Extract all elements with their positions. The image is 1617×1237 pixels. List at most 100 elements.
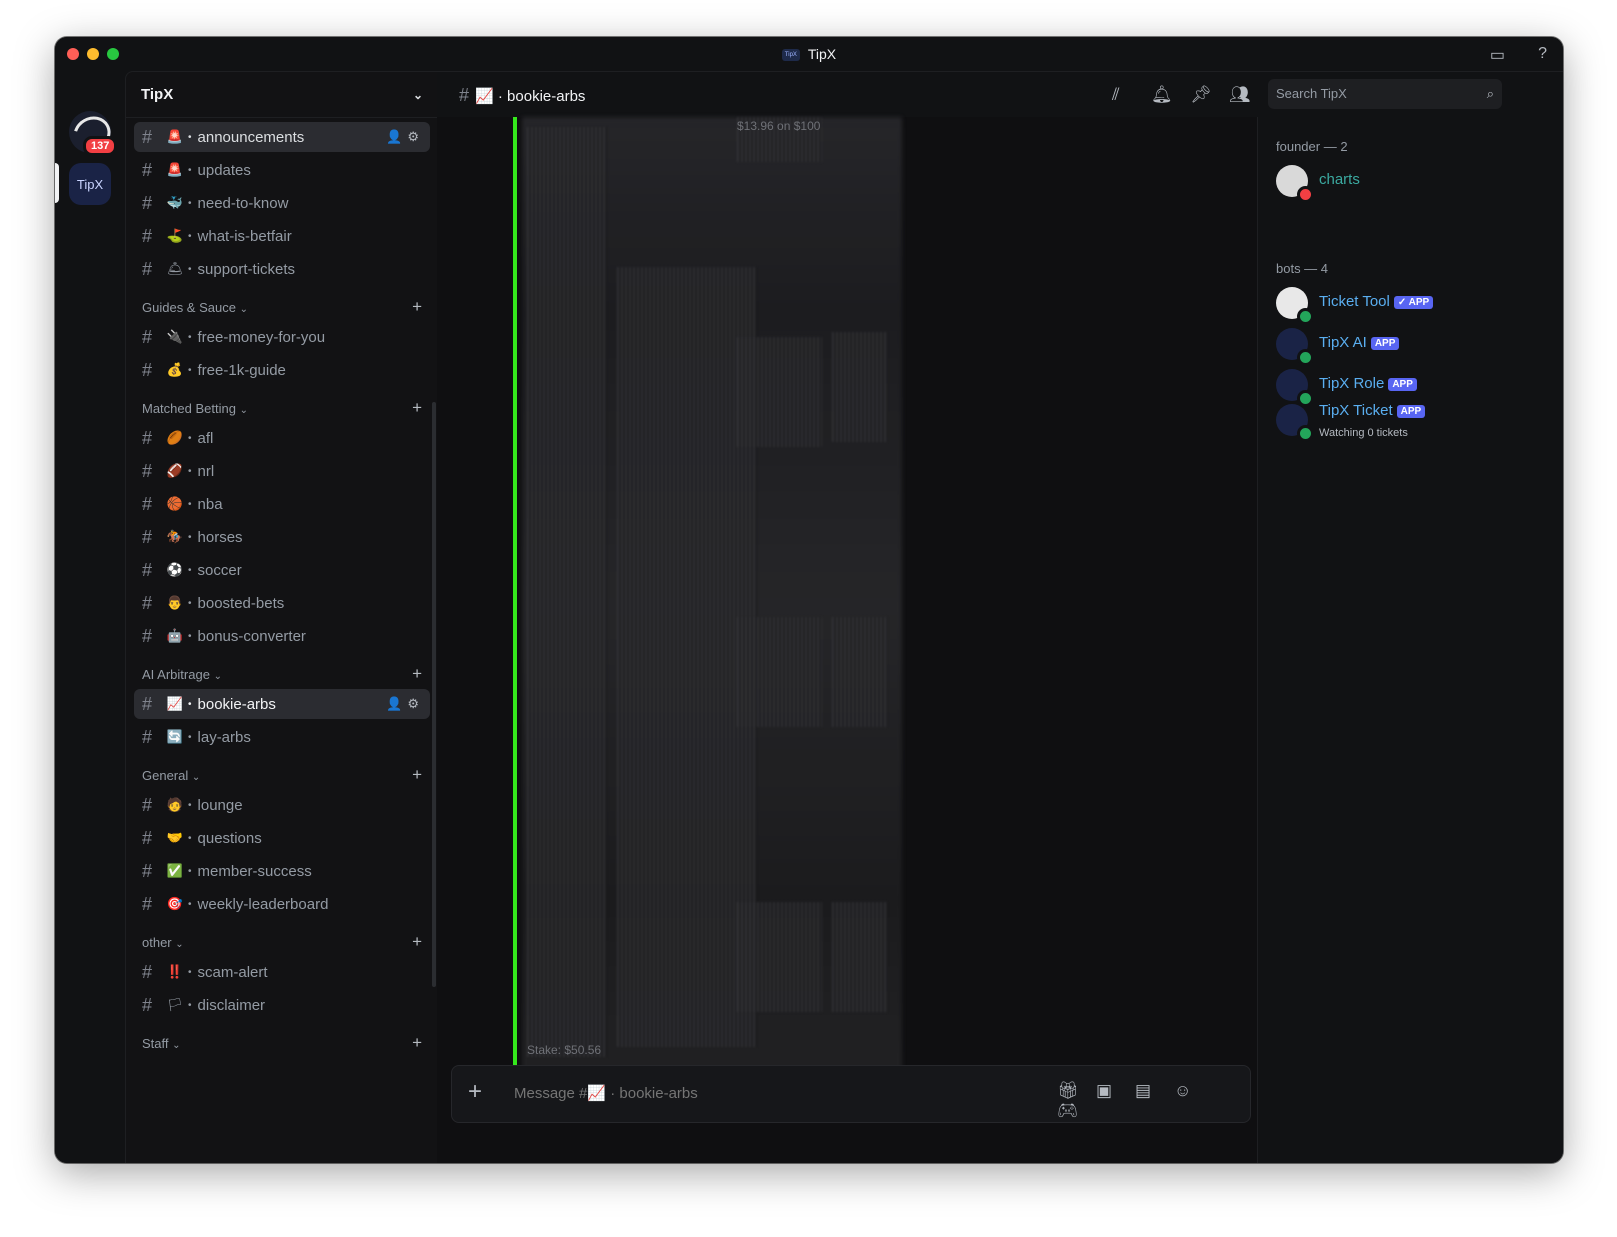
composer-toolbar: 🎁︎ ▣ ▤ ☺ 🎮︎	[1057, 1081, 1250, 1121]
add-channel-plus-icon[interactable]: +	[412, 765, 422, 785]
channel-label: lounge	[197, 796, 243, 814]
pin-icon[interactable]: 📌︎	[1190, 85, 1229, 105]
embed-accent-bar	[513, 117, 517, 1117]
channel-label: member-success	[197, 862, 312, 880]
channel-label: soccer	[197, 561, 242, 579]
channel-label: horses	[197, 528, 243, 546]
gift-icon[interactable]: 🎁︎	[1057, 1081, 1096, 1101]
chevron-down-icon: ⌄	[191, 771, 201, 783]
channel-emoji-icon: 🐳	[166, 195, 184, 210]
inbox-icon[interactable]: ▭	[1490, 45, 1505, 65]
bell-icon[interactable]: 🔔︎	[1151, 85, 1190, 105]
category-label: Staff ⌄	[142, 1035, 181, 1051]
gif-icon[interactable]: ▣	[1096, 1081, 1135, 1101]
channel-member-success[interactable]: # ✅ • member-success	[134, 856, 430, 886]
hash-icon: #	[142, 693, 153, 714]
separator-dot: •	[188, 331, 192, 343]
channel-label: bonus-converter	[197, 627, 306, 645]
category-guides-sauce[interactable]: Guides & Sauce ⌄ +	[134, 296, 430, 318]
channel-free-money-for-you[interactable]: # 🔌 • free-money-for-you	[134, 322, 430, 352]
channel-label: lay-arbs	[197, 728, 251, 746]
channel-horses[interactable]: # 🏇 • horses	[134, 522, 430, 552]
channel-emoji-icon: ‼️	[166, 964, 184, 979]
category-staff[interactable]: Staff ⌄ +	[134, 1032, 430, 1054]
channel-nrl[interactable]: # 🏈 • nrl	[134, 456, 430, 486]
member-ticket-tool[interactable]: Ticket Tool ✓ APP	[1276, 285, 1556, 325]
separator-dot: •	[188, 731, 192, 743]
hash-icon: #	[142, 961, 153, 982]
threads-icon[interactable]: ⫽	[1112, 85, 1151, 105]
attach-plus-icon[interactable]: +	[468, 1078, 482, 1106]
channel-scam-alert[interactable]: # ‼️ • scam-alert	[134, 957, 430, 987]
channel-emoji-icon: 🔄	[166, 729, 184, 744]
sticker-icon[interactable]: ▤	[1135, 1081, 1174, 1101]
channel-announcements[interactable]: # 🚨 • announcements 👤⚙	[134, 122, 430, 152]
member-tipx-ticket[interactable]: TipX Ticket APP Watching 0 tickets	[1276, 402, 1556, 442]
channel-lounge[interactable]: # 🧑 • lounge	[134, 790, 430, 820]
add-channel-plus-icon[interactable]: +	[412, 664, 422, 684]
search-input[interactable]: Search TipX ⌕	[1268, 79, 1502, 109]
channel-soccer[interactable]: # ⚽ • soccer	[134, 555, 430, 585]
channel-need-to-know[interactable]: # 🐳 • need-to-know	[134, 188, 430, 218]
channel-support-tickets[interactable]: # 🛎 • support-tickets	[134, 254, 430, 284]
member-charts[interactable]: charts	[1276, 163, 1556, 203]
channel-bookie-arbs[interactable]: # 📈 • bookie-arbs 👤⚙	[134, 689, 430, 719]
category-ai-arbitrage[interactable]: AI Arbitrage ⌄ +	[134, 663, 430, 685]
member-tipx-ai[interactable]: TipX AI APP	[1276, 326, 1556, 366]
channel-free-1k-guide[interactable]: # 💰 • free-1k-guide	[134, 355, 430, 385]
channel-header: # 📈 · bookie-arbs ⫽ 🔔︎ 📌︎ 👥︎ Search TipX ⌕	[437, 71, 1563, 119]
add-channel-plus-icon[interactable]: +	[412, 1033, 422, 1053]
add-channel-plus-icon[interactable]: +	[412, 932, 422, 952]
channel-label: updates	[197, 161, 251, 179]
channel-emoji-icon: 🏀	[166, 496, 184, 511]
hash-icon: #	[142, 493, 153, 514]
sidebar-scrollbar[interactable]	[432, 402, 436, 987]
channel-label: disclaimer	[197, 996, 266, 1014]
add-channel-plus-icon[interactable]: +	[412, 398, 422, 418]
channel-updates[interactable]: # 🚨 • updates	[134, 155, 430, 185]
app-tag: APP	[1388, 377, 1417, 391]
channel-questions[interactable]: # 🤝 • questions	[134, 823, 430, 853]
member-category-bots: bots — 4	[1276, 261, 1329, 276]
category-label: Matched Betting ⌄	[142, 400, 248, 416]
member-tipx-role[interactable]: TipX Role APP	[1276, 367, 1556, 407]
app-tag: APP	[1396, 404, 1426, 418]
channel-settings-icon[interactable]: 👤⚙	[386, 696, 424, 712]
message-input[interactable]	[512, 1084, 1016, 1103]
channel-emoji-icon: 🤖	[166, 628, 184, 643]
channel-emoji-icon: 👨	[166, 595, 184, 610]
blurred-content-strip	[832, 332, 887, 442]
channel-lay-arbs[interactable]: # 🔄 • lay-arbs	[134, 722, 430, 752]
channel-label: free-1k-guide	[197, 361, 286, 379]
hash-icon: #	[459, 85, 470, 105]
hash-icon: #	[142, 526, 153, 547]
activities-icon[interactable]: 🎮︎	[1057, 1101, 1096, 1121]
category-general[interactable]: General ⌄ +	[134, 764, 430, 786]
server-header[interactable]: TipX ⌄	[126, 72, 438, 118]
channel-label: nba	[197, 495, 223, 513]
blurred-content-strip	[832, 902, 887, 1012]
category-matched-betting[interactable]: Matched Betting ⌄ +	[134, 397, 430, 419]
members-icon[interactable]: 👥︎	[1229, 85, 1268, 105]
channel-emoji-icon: 🏉	[166, 430, 184, 445]
app-tag: ✓ APP	[1393, 295, 1434, 309]
emoji-icon[interactable]: ☺	[1174, 1081, 1213, 1101]
hash-icon: #	[142, 994, 153, 1015]
channel-bonus-converter[interactable]: # 🤖 • bonus-converter	[134, 621, 430, 651]
help-icon[interactable]: ?	[1538, 45, 1547, 63]
channel-boosted-bets[interactable]: # 👨 • boosted-bets	[134, 588, 430, 618]
hash-icon: #	[142, 258, 153, 279]
channel-disclaimer[interactable]: # 🏳 • disclaimer	[134, 990, 430, 1020]
server-icon-tipx[interactable]: TipX	[69, 163, 111, 205]
server-mini-logo-icon: TipX	[781, 49, 800, 62]
blurred-content-strip	[737, 902, 822, 1012]
add-channel-plus-icon[interactable]: +	[412, 297, 422, 317]
channel-weekly-leaderboard[interactable]: # 🎯 • weekly-leaderboard	[134, 889, 430, 919]
channel-settings-icon[interactable]: 👤⚙	[386, 129, 424, 145]
channel-label: scam-alert	[197, 963, 268, 981]
channel-nba[interactable]: # 🏀 • nba	[134, 489, 430, 519]
category-other[interactable]: other ⌄ +	[134, 931, 430, 953]
channel-afl[interactable]: # 🏉 • afl	[134, 423, 430, 453]
separator-dot: •	[188, 832, 192, 844]
channel-what-is-betfair[interactable]: # ⛳ • what-is-betfair	[134, 221, 430, 251]
